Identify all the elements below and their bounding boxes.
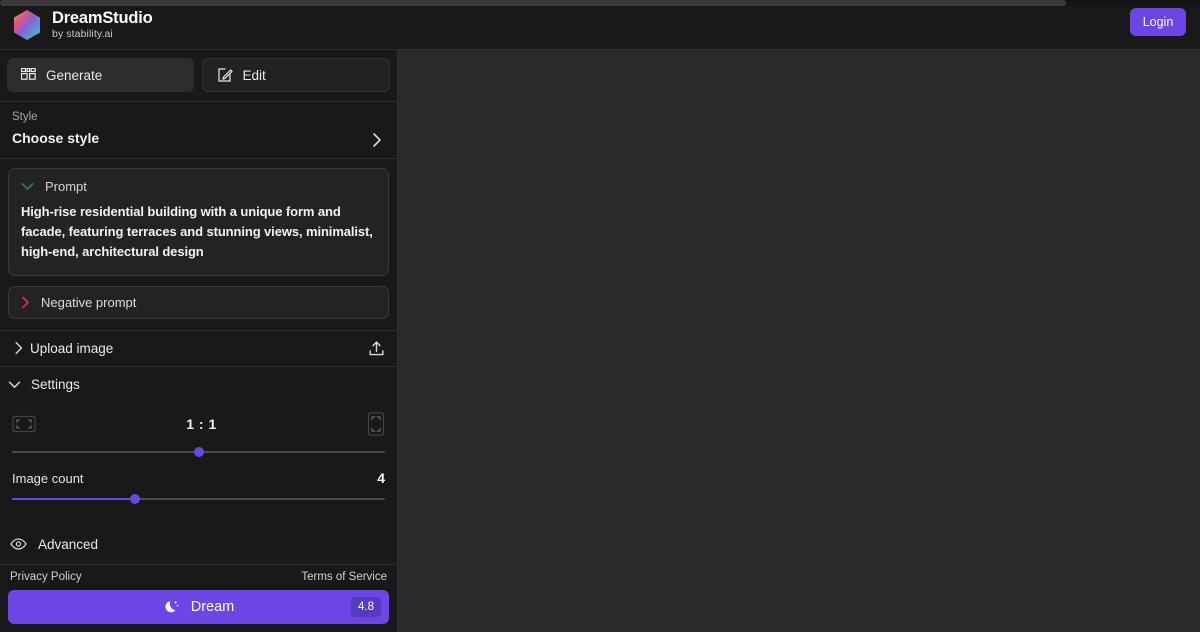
- prompt-header: Prompt: [21, 179, 376, 194]
- settings-label: Settings: [31, 376, 80, 392]
- app-header: DreamStudio by stability.ai Login: [0, 0, 1200, 50]
- prompt-label: Prompt: [45, 179, 87, 194]
- style-selector[interactable]: Style Choose style: [0, 102, 397, 159]
- horizontal-scrollbar[interactable]: [0, 0, 1200, 6]
- scrollbar-thumb[interactable]: [0, 0, 1066, 6]
- crescent-moon-stars-icon: [165, 600, 179, 612]
- chevron-down-icon[interactable]: [21, 182, 34, 191]
- eye-icon: [10, 538, 27, 550]
- aspect-ratio-slider[interactable]: [12, 444, 385, 460]
- privacy-policy-link[interactable]: Privacy Policy: [10, 571, 82, 583]
- aspect-ratio-control: 1 : 1: [0, 402, 397, 460]
- legal-links: Privacy Policy Terms of Service: [8, 571, 389, 590]
- pencil-square-icon: [217, 68, 233, 82]
- upload-image-row[interactable]: Upload image: [0, 329, 397, 367]
- prompt-text: High-rise residential building with a un…: [21, 204, 373, 259]
- terms-of-service-link[interactable]: Terms of Service: [301, 571, 387, 583]
- left-sidebar: Generate Edit Style Choose style Prompt …: [0, 50, 398, 632]
- image-count-value: 4: [377, 470, 385, 487]
- portrait-frame-icon[interactable]: [367, 412, 385, 436]
- style-value: Choose style: [12, 130, 100, 146]
- negative-prompt-label: Negative prompt: [41, 294, 137, 310]
- tab-generate[interactable]: Generate: [7, 58, 194, 92]
- brand-subtitle: by stability.ai: [52, 28, 113, 40]
- advanced-label: Advanced: [38, 536, 99, 552]
- hexagon-gradient-logo-icon: [14, 9, 40, 40]
- tab-generate-label: Generate: [46, 67, 103, 83]
- image-count-slider[interactable]: [12, 491, 385, 507]
- image-count-control: Image count 4: [0, 460, 397, 507]
- aspect-ratio-value: 1 : 1: [186, 416, 217, 433]
- dream-button-label: Dream: [190, 599, 235, 615]
- slider-fill: [12, 498, 136, 501]
- chevron-right-icon: [373, 133, 381, 147]
- slider-thumb[interactable]: [130, 494, 141, 505]
- negative-prompt-input[interactable]: Negative prompt: [8, 286, 389, 319]
- settings-section-header[interactable]: Settings: [0, 367, 397, 403]
- generation-canvas[interactable]: [398, 50, 1200, 632]
- login-button[interactable]: Login: [1130, 8, 1186, 36]
- prompt-input[interactable]: Prompt High-rise residential building wi…: [8, 168, 389, 276]
- mode-tab-group: Generate Edit: [0, 50, 397, 102]
- image-count-label: Image count: [12, 470, 84, 486]
- dreamstudio-app: DreamStudio by stability.ai Login Genera…: [0, 0, 1200, 632]
- app-body: Generate Edit Style Choose style Prompt …: [0, 50, 1200, 632]
- grid-squares-icon: [21, 67, 36, 80]
- brand[interactable]: DreamStudio by stability.ai: [12, 8, 153, 41]
- dream-cost-badge: 4.8: [351, 597, 381, 617]
- tab-edit[interactable]: Edit: [201, 58, 390, 92]
- upload-arrow-icon[interactable]: [368, 340, 385, 357]
- sidebar-footer: Privacy Policy Terms of Service Dream 4.…: [0, 564, 397, 632]
- slider-thumb[interactable]: [193, 447, 204, 458]
- advanced-row[interactable]: Advanced: [0, 524, 397, 564]
- upload-image-label: Upload image: [30, 340, 114, 356]
- landscape-frame-icon[interactable]: [12, 415, 36, 433]
- tab-edit-label: Edit: [242, 67, 266, 83]
- style-label: Style: [12, 111, 38, 123]
- chevron-right-icon-wrap: [8, 341, 30, 355]
- chevron-right-icon: [15, 342, 23, 355]
- brand-title: DreamStudio: [52, 8, 153, 27]
- chevron-down-icon: [8, 381, 21, 388]
- chevron-right-icon[interactable]: [21, 296, 30, 309]
- dream-button[interactable]: Dream 4.8: [8, 590, 389, 624]
